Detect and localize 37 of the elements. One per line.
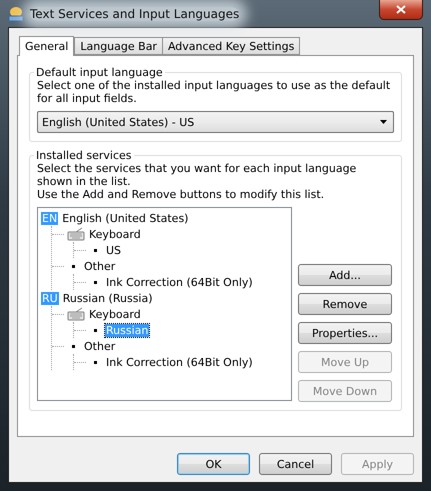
language-dropdown[interactable]: English (United States) - US [37, 111, 394, 133]
keyboard-icon [67, 227, 85, 241]
tab[interactable]: Language Bar [74, 37, 163, 55]
language-badge: EN [41, 212, 58, 224]
tree-item[interactable]: Ink Correction (64Bit Only) [105, 276, 254, 288]
action-button[interactable]: Add... [298, 264, 392, 286]
tab[interactable]: General [19, 36, 74, 56]
action-button[interactable]: Properties... [298, 322, 392, 344]
tree-item[interactable]: English (United States) [61, 212, 190, 224]
services-tree[interactable]: EN English (United States) Keyboard US Other Ink Correction (64Bit Only) RU Russian (Russia) Keyboard Russian Other Ink Correction (64Bit Only) [37, 207, 292, 401]
bullet-icon [72, 264, 75, 268]
bullet-icon [94, 360, 97, 364]
tree-item[interactable]: Keyboard [88, 228, 142, 240]
bullet-icon [94, 280, 97, 284]
dialog-button[interactable]: OK [177, 453, 250, 475]
description-text: Select one of the installed input languages to use as the default for all input fields. [37, 79, 392, 105]
bullet-icon [94, 328, 97, 332]
group-title: Default input language [35, 66, 164, 79]
tree-item[interactable]: Ink Correction (64Bit Only) [105, 356, 254, 368]
bullet-icon [94, 248, 97, 252]
bullet-icon [72, 344, 75, 348]
dialog-button[interactable]: Cancel [259, 453, 332, 475]
dropdown-arrow-icon [380, 120, 387, 124]
window-title: Text Services and Input Languages [30, 6, 240, 20]
keyboard-icon [67, 307, 85, 321]
description-text: Select the services that you want for each input language shown in the list. Use the Add and Remove buttons to modify this list. [37, 162, 358, 201]
close-button[interactable] [379, 0, 423, 20]
tree-item[interactable]: Keyboard [88, 308, 142, 320]
tree-item[interactable]: Russian (Russia) [62, 292, 154, 304]
tree-item[interactable]: Other [83, 340, 116, 352]
tree-item[interactable]: Other [83, 260, 116, 272]
tree-item[interactable]: US [105, 244, 122, 256]
tab[interactable]: Advanced Key Settings [162, 37, 300, 55]
action-button[interactable]: Remove [298, 293, 392, 315]
group-title: Installed services [35, 149, 132, 162]
language-badge: RU [41, 292, 59, 304]
close-icon [396, 5, 406, 14]
